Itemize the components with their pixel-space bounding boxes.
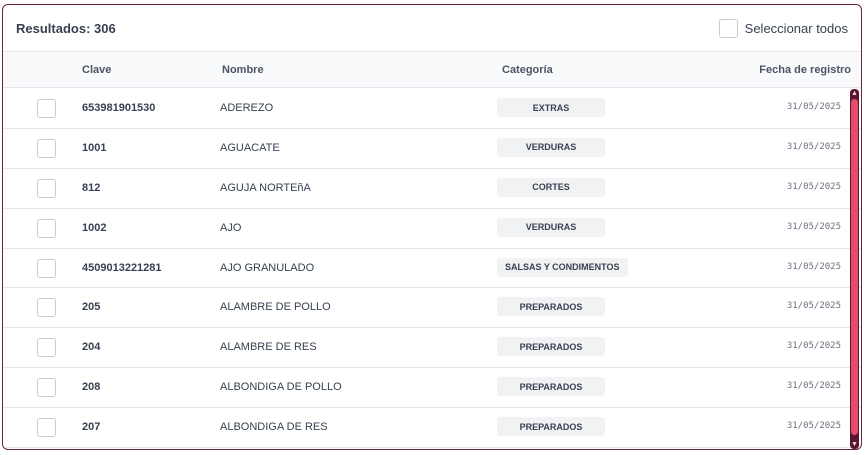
category-badge: PREPARADOS [497,337,605,357]
cell-clave: 204 [82,341,101,354]
category-badge: VERDURAS [497,137,605,157]
row-checkbox[interactable] [37,378,56,398]
cell-nombre: ALBONDIGA DE POLLO [220,381,342,394]
cell-fecha: 31/05/2025 [786,181,841,192]
cell-fecha: 31/05/2025 [786,261,841,272]
cell-nombre: ALBONDIGA DE RES [220,421,328,434]
table-row[interactable]: 205 ALAMBRE DE POLLO PREPARADOS 31/05/20… [3,288,861,329]
vertical-scrollbar[interactable]: ▲ ▼ [850,89,859,449]
column-header-clave[interactable]: Clave [82,64,111,76]
category-badge: SALSAS Y CONDIMENTOS [497,257,628,277]
table-row[interactable]: 207 ALBONDIGA DE RES PREPARADOS 31/05/20… [3,408,861,449]
cell-clave: 208 [82,381,101,394]
results-count: Resultados: 306 [16,20,116,36]
row-checkbox[interactable] [37,99,56,118]
cell-clave: 4509013221281 [82,261,162,274]
cell-nombre: AJO GRANULADO [220,261,315,274]
cell-fecha: 31/05/2025 [786,421,841,432]
select-all-control[interactable]: Seleccionar todos [718,18,848,38]
select-all-checkbox[interactable] [718,18,738,38]
row-checkbox[interactable] [37,418,56,438]
cell-nombre: AGUACATE [220,141,280,154]
category-badge: PREPARADOS [497,297,605,317]
cell-clave: 1002 [82,221,107,234]
table-row[interactable]: 1001 AGUACATE VERDURAS 31/05/2025 [3,129,861,169]
category-badge: VERDURAS [497,217,605,237]
table-row[interactable]: 812 AGUJA NORTEñA CORTES 31/05/2025 [3,169,861,209]
table-row[interactable]: 208 ALBONDIGA DE POLLO PREPARADOS 31/05/… [3,368,861,409]
results-panel: Resultados: 306 Seleccionar todos Clave … [2,4,862,450]
cell-clave: 812 [82,181,101,194]
cell-nombre: ALAMBRE DE POLLO [220,301,331,314]
cell-nombre: ADEREZO [220,102,274,114]
results-toolbar: Resultados: 306 Seleccionar todos [3,5,861,51]
row-checkbox[interactable] [37,218,56,238]
cell-nombre: AGUJA NORTEñA [220,181,311,194]
row-checkbox[interactable] [37,338,56,358]
cell-fecha: 31/05/2025 [786,141,841,152]
category-badge: EXTRAS [497,98,605,117]
cell-fecha: 31/05/2025 [786,221,841,232]
cell-clave: 205 [82,301,101,314]
category-badge: CORTES [497,177,605,197]
chevron-down-icon[interactable]: ▼ [850,440,859,449]
category-badge: PREPARADOS [497,377,605,397]
chevron-up-icon[interactable]: ▲ [850,89,859,98]
table-row[interactable]: 4509013221281 AJO GRANULADO SALSAS Y CON… [3,249,861,289]
select-all-label: Seleccionar todos [744,20,848,36]
row-checkbox[interactable] [37,298,56,318]
cell-fecha: 31/05/2025 [786,341,841,352]
cell-clave: 653981901530 [82,102,156,114]
cell-fecha: 31/05/2025 [786,301,841,312]
row-checkbox[interactable] [37,178,56,198]
cell-nombre: ALAMBRE DE RES [220,341,317,354]
column-header-nombre[interactable]: Nombre [222,64,264,76]
table-row[interactable]: 204 ALAMBRE DE RES PREPARADOS 31/05/2025 [3,328,861,369]
table-body: 653981901530 ADEREZO EXTRAS 31/05/2025 1… [3,89,861,449]
row-checkbox[interactable] [37,138,56,158]
scrollbar-thumb[interactable] [851,99,858,435]
column-header-categoria[interactable]: Categoría [502,64,553,76]
cell-fecha: 31/05/2025 [786,102,841,112]
cell-clave: 1001 [82,141,107,154]
cell-clave: 207 [82,421,101,434]
category-badge: PREPARADOS [497,417,605,437]
table-header: Clave Nombre Categoría Fecha de registro [3,51,861,88]
table-row[interactable]: 653981901530 ADEREZO EXTRAS 31/05/2025 [3,89,861,129]
column-header-fecha[interactable]: Fecha de registro [759,64,851,76]
row-checkbox[interactable] [37,258,56,278]
table-row[interactable]: 1002 AJO VERDURAS 31/05/2025 [3,209,861,249]
cell-nombre: AJO [220,221,242,234]
cell-fecha: 31/05/2025 [786,381,841,392]
